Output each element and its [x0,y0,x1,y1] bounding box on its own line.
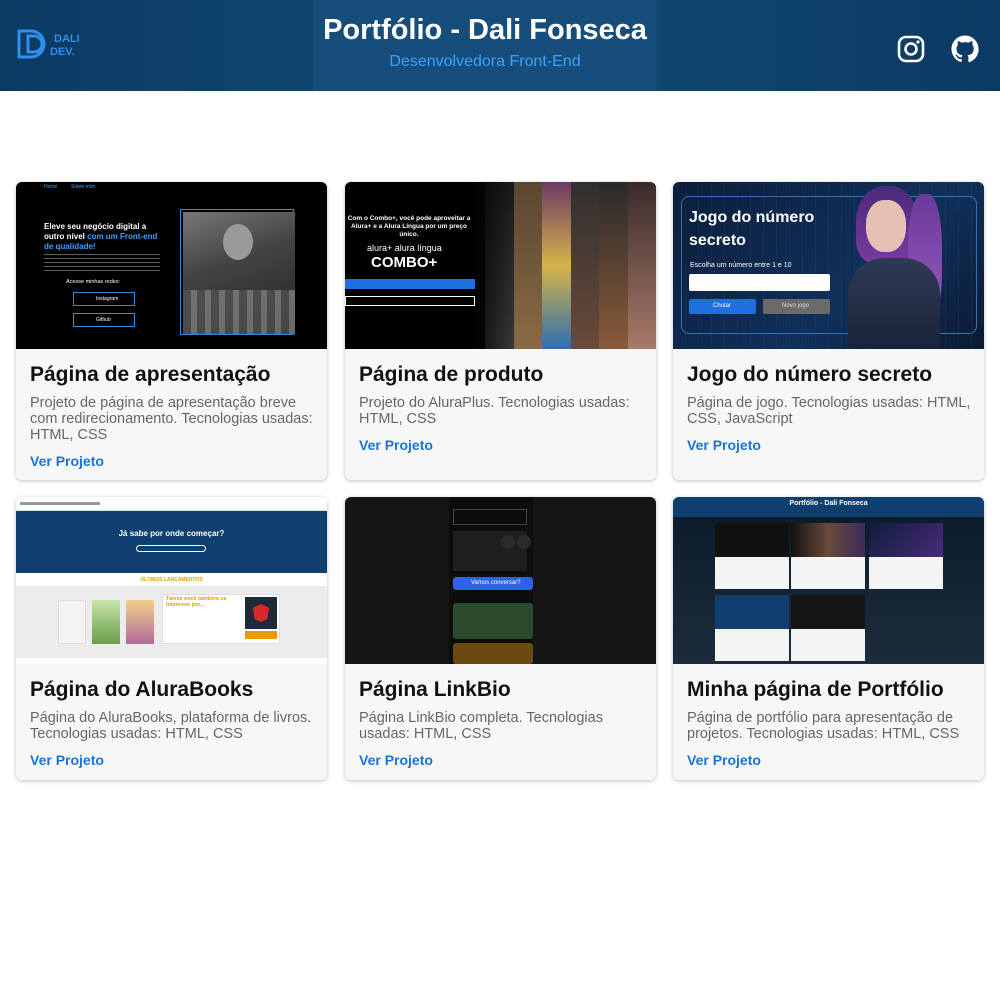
header: DALI DEV. Portfólio - Dali Fonseca Desen… [0,0,1000,91]
card-description: Página de portfólio para apresentação de… [687,710,960,742]
project-card-linkbio: Vamos conversar? Página LinkBio Página L… [345,497,656,780]
view-project-link[interactable]: Ver Projeto [30,752,104,768]
thumb-guess-button: Chutar [689,299,756,314]
page-title: Portfólio - Dali Fonseca [323,14,647,46]
thumb-book-cover [245,597,277,629]
svg-text:DEV.: DEV. [50,46,75,58]
thumb-character [848,184,958,349]
thumb-prompt: Escolha um número entre 1 e 10 [690,262,792,269]
view-project-link[interactable]: Ver Projeto [687,752,761,768]
project-card-alurabooks: Já sabe por onde começar? ÚLTIMOS LANÇAM… [16,497,327,780]
page-subtitle: Desenvolvedora Front-End [389,53,581,70]
card-title: Jogo do número secreto [687,363,933,386]
card-description: Página de jogo. Tecnologias usadas: HTML… [687,395,971,427]
thumb-input [689,274,830,291]
card-description: Página LinkBio completa. Tecnologias usa… [359,710,603,742]
view-project-link[interactable]: Ver Projeto [687,437,761,453]
view-project-link[interactable]: Ver Projeto [359,752,433,768]
thumb-nav-about: Sobre mim [71,184,96,190]
project-thumbnail[interactable]: Jogo do número secreto Escolha um número… [673,182,984,349]
thumb-promo: Talvez você também se interesse por... [166,596,227,608]
thumb-combo: COMBO+ [371,254,438,271]
thumb-paragraph [44,254,160,274]
project-card-produto: Com o Combo+, você pode aproveitar a Alu… [345,182,656,480]
thumb-photo [183,212,295,334]
thumb-instagram-button: Instagram [73,292,135,306]
view-project-link[interactable]: Ver Projeto [30,453,104,469]
card-title: Página LinkBio [359,678,511,701]
thumb-primary-button [345,279,475,289]
thumb-banner: Já sabe por onde começar? [118,529,225,538]
thumb-cta-button: Vamos conversar? [453,577,533,590]
svg-text:DALI: DALI [54,33,80,45]
project-card-portfolio: Portfólio - Dali Fonseca Minha página de… [673,497,984,780]
thumb-cta: Acesse minhas redes: [66,279,121,285]
thumb-text: Com o Combo+, você pode aproveitar a Alu… [347,215,471,238]
card-description: Página do AluraBooks, plataforma de livr… [30,710,312,742]
project-thumbnail[interactable]: Portfólio - Dali Fonseca [673,497,984,664]
project-card-jogo: Jogo do número secreto Escolha um número… [673,182,984,480]
thumb-headline: Eleve seu negócio digital a outro nível … [44,222,158,251]
card-description: Projeto de página de apresentação breve … [30,395,313,443]
thumb-brand: alura+ alura língua [367,243,442,253]
card-title: Página de produto [359,363,544,386]
thumb-heading: Portfólio - Dali Fonseca [789,500,868,507]
card-title: Página do AluraBooks [30,678,254,701]
thumb-nav-home: Home [44,184,58,190]
view-project-link[interactable]: Ver Projeto [359,437,433,453]
thumb-search [136,545,206,552]
card-title: Página de apresentação [30,363,271,386]
project-thumbnail[interactable]: Já sabe por onde começar? ÚLTIMOS LANÇAM… [16,497,327,664]
card-title: Minha página de Portfólio [687,678,944,701]
thumb-heading: Jogo do número secreto [689,209,815,249]
project-card-apresentacao: Home Sobre mim Eleve seu negócio digital… [16,182,327,480]
thumb-section: ÚLTIMOS LANÇAMENTOS [140,577,203,583]
project-thumbnail[interactable]: Home Sobre mim Eleve seu negócio digital… [16,182,327,349]
logo[interactable]: DALI DEV. [16,28,80,60]
project-thumbnail[interactable]: Com o Combo+, você pode aproveitar a Alu… [345,182,656,349]
thumb-secondary-button [345,296,475,306]
thumb-github-button: Github [73,313,135,327]
thumb-new-game-button: Novo jogo [763,299,830,314]
card-description: Projeto do AluraPlus. Tecnologias usadas… [359,395,630,427]
github-icon[interactable] [950,34,980,64]
instagram-icon[interactable] [896,34,926,64]
project-thumbnail[interactable]: Vamos conversar? [345,497,656,664]
